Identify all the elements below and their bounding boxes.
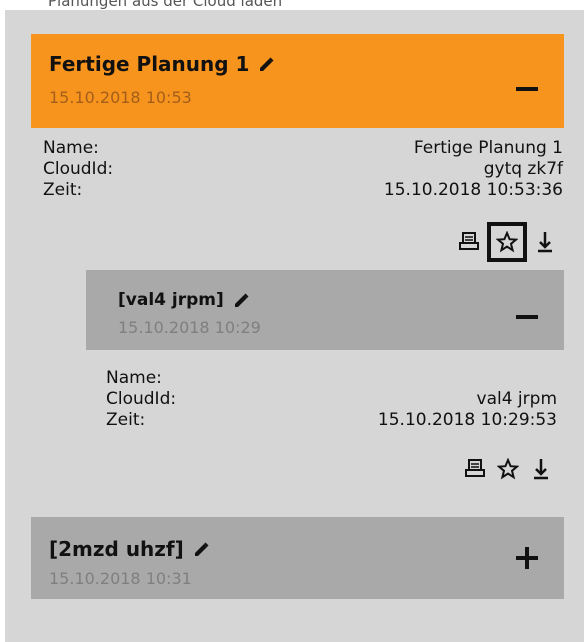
detail-row-cloudid: CloudId: gytq zk7f bbox=[43, 159, 563, 179]
subitem-header-val4-jrpm[interactable]: [val4 jrpm] 15.10.2018 10:29 bbox=[86, 270, 564, 350]
collapse-toggle[interactable] bbox=[510, 292, 544, 326]
detail-row-zeit: Zeit: 15.10.2018 10:53:36 bbox=[43, 180, 563, 200]
group-title: [2mzd uhzf] bbox=[49, 537, 184, 561]
print-icon[interactable] bbox=[460, 454, 490, 484]
detail-row-zeit: Zeit: 15.10.2018 10:29:53 bbox=[106, 410, 557, 430]
subitem-actions bbox=[460, 454, 556, 484]
cloud-list-panel: Fertige Planung 1 15.10.2018 10:53 Name:… bbox=[5, 10, 584, 642]
expand-toggle[interactable] bbox=[510, 541, 544, 575]
group-header-fertige-planung-1[interactable]: Fertige Planung 1 15.10.2018 10:53 bbox=[31, 34, 564, 128]
group-actions bbox=[454, 222, 560, 262]
subitem-date: 15.10.2018 10:29 bbox=[118, 318, 261, 337]
group-header-2mzd-uhzf[interactable]: [2mzd uhzf] 15.10.2018 10:31 bbox=[31, 517, 564, 599]
pencil-icon[interactable] bbox=[257, 55, 275, 73]
download-icon[interactable] bbox=[530, 227, 560, 257]
collapse-toggle[interactable] bbox=[510, 64, 544, 98]
detail-row-name: Name: Fertige Planung 1 bbox=[43, 138, 563, 158]
subitem-title: [val4 jrpm] bbox=[118, 290, 224, 310]
detail-row-name: Name: bbox=[106, 368, 162, 388]
pencil-icon[interactable] bbox=[232, 291, 250, 309]
group-date: 15.10.2018 10:53 bbox=[49, 88, 192, 107]
detail-row-cloudid: CloudId: val4 jrpm bbox=[106, 389, 557, 409]
group-date: 15.10.2018 10:31 bbox=[49, 569, 192, 588]
download-icon[interactable] bbox=[526, 454, 556, 484]
print-icon[interactable] bbox=[454, 227, 484, 257]
top-header-cut: Planungen aus der Cloud laden bbox=[0, 0, 584, 10]
header-cut-text: Planungen aus der Cloud laden bbox=[48, 0, 283, 10]
star-icon[interactable] bbox=[487, 222, 527, 262]
star-icon[interactable] bbox=[493, 454, 523, 484]
group-details: Name: Fertige Planung 1 CloudId: gytq zk… bbox=[43, 138, 563, 201]
subitem-details: Name: CloudId: val4 jrpm Zeit: 15.10.201… bbox=[106, 368, 557, 431]
group-title: Fertige Planung 1 bbox=[49, 52, 250, 76]
pencil-icon[interactable] bbox=[192, 540, 210, 558]
